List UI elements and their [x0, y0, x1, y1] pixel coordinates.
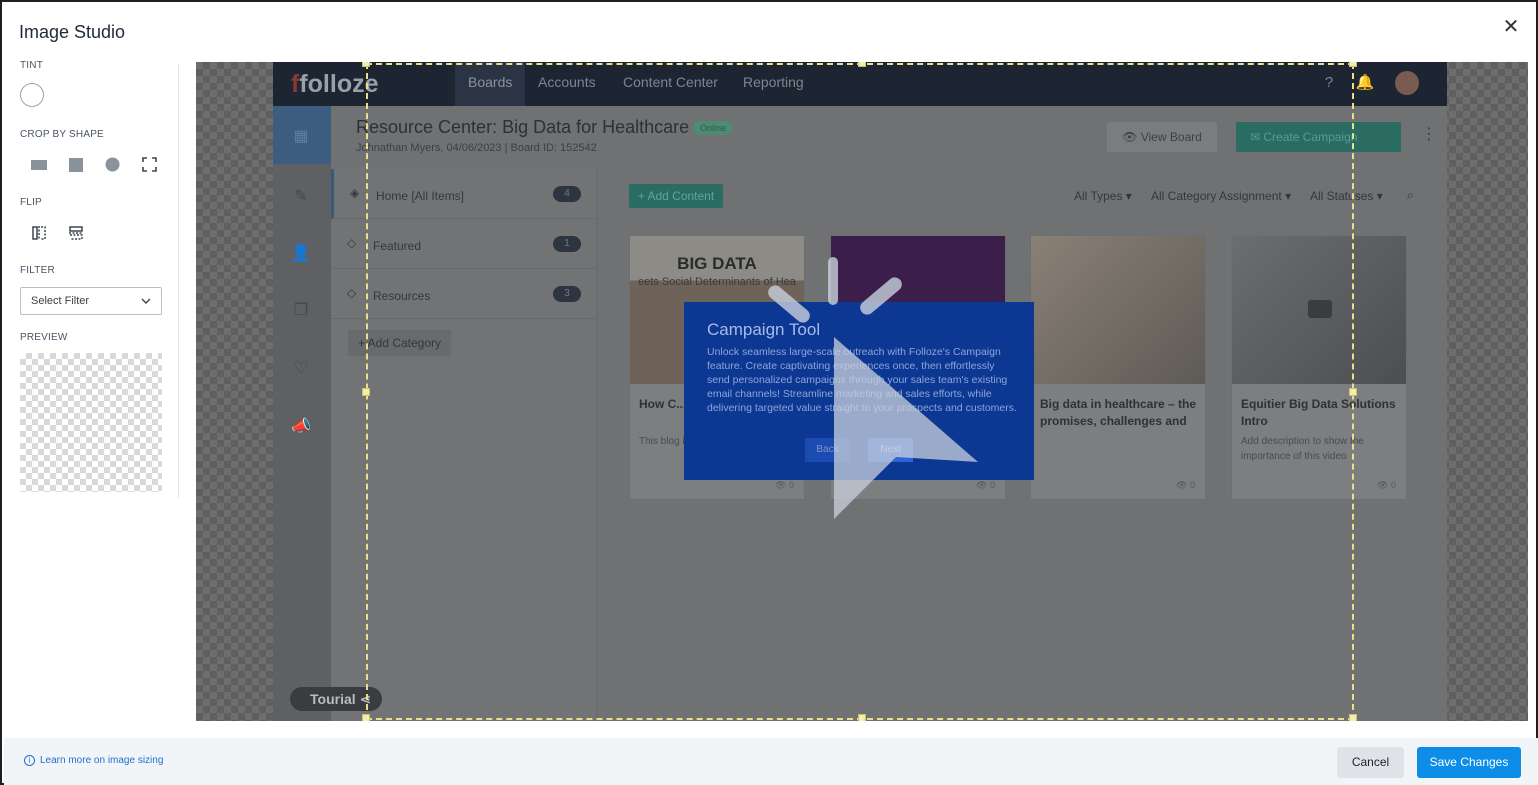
save-changes-button[interactable]: Save Changes	[1417, 747, 1521, 778]
modal-footer: i Learn more on image sizing Cancel Save…	[4, 738, 1538, 785]
crop-handle[interactable]	[1349, 62, 1357, 67]
close-icon[interactable]: ✕	[1500, 16, 1522, 38]
sidebar-divider	[178, 64, 179, 498]
eye-icon: ◇	[347, 286, 357, 300]
avatar	[1395, 71, 1419, 95]
info-icon: i	[24, 755, 35, 766]
crop-handle[interactable]	[858, 62, 866, 67]
pen-icon: ✎	[294, 188, 308, 205]
modal-title: Image Studio	[19, 22, 126, 42]
dashboard-icon: ▦	[293, 128, 309, 145]
crop-label: CROP BY SHAPE	[20, 129, 104, 140]
chevron-down-icon	[141, 295, 151, 307]
crop-handle[interactable]	[362, 714, 370, 721]
search-icon: ⌕	[1407, 188, 1414, 202]
crop-frame[interactable]	[366, 63, 1354, 720]
heart-pulse-icon: ♡	[293, 360, 309, 377]
image-canvas[interactable]: ffolloze Boards Accounts Content Center …	[196, 62, 1528, 721]
tint-swatch[interactable]	[20, 83, 44, 107]
tint-label: TINT	[20, 60, 44, 71]
card-views: 👁 0	[1377, 480, 1396, 490]
learn-more-link[interactable]: i Learn more on image sizing	[24, 755, 163, 766]
filter-select-value: Select Filter	[31, 295, 90, 307]
crop-square-icon[interactable]	[67, 156, 84, 173]
megaphone-icon: 📣	[291, 418, 311, 435]
more-vertical-icon: ⋮	[1421, 126, 1437, 143]
crop-rectangle-icon[interactable]	[30, 156, 47, 173]
flip-label: FLIP	[20, 197, 42, 208]
crop-shape-row	[20, 156, 180, 173]
flip-vertical-icon[interactable]	[67, 224, 84, 241]
eye-icon: ◇	[347, 236, 357, 250]
image-preview	[20, 353, 162, 492]
preview-label: PREVIEW	[20, 332, 68, 343]
image-studio-modal: Image Studio ✕ TINT CROP BY SHAPE FLIP F…	[0, 0, 1538, 785]
filter-select[interactable]: Select Filter	[20, 287, 162, 315]
user-icon: 👤	[291, 245, 311, 262]
crop-freeform-icon[interactable]	[141, 156, 158, 173]
layers-icon: ◈	[350, 186, 360, 200]
flip-row	[20, 224, 180, 241]
tourial-badge-label: Tourial	[310, 691, 356, 707]
copy-icon: ❐	[293, 302, 309, 319]
crop-handle[interactable]	[858, 714, 866, 721]
crop-handle[interactable]	[362, 388, 370, 396]
bell-icon: 🔔	[1355, 74, 1375, 91]
crop-handle[interactable]	[1349, 714, 1357, 721]
crop-handle[interactable]	[1349, 388, 1357, 396]
cancel-button[interactable]: Cancel	[1337, 747, 1404, 778]
filter-label: FILTER	[20, 265, 55, 276]
editor-sidebar: TINT CROP BY SHAPE FLIP FILTER Select Fi…	[20, 60, 180, 492]
learn-more-label: Learn more on image sizing	[40, 755, 164, 766]
crop-circle-icon[interactable]	[104, 156, 121, 173]
crop-handle[interactable]	[362, 62, 370, 67]
card-views-count: 0	[1390, 480, 1396, 490]
flip-horizontal-icon[interactable]	[30, 224, 47, 241]
